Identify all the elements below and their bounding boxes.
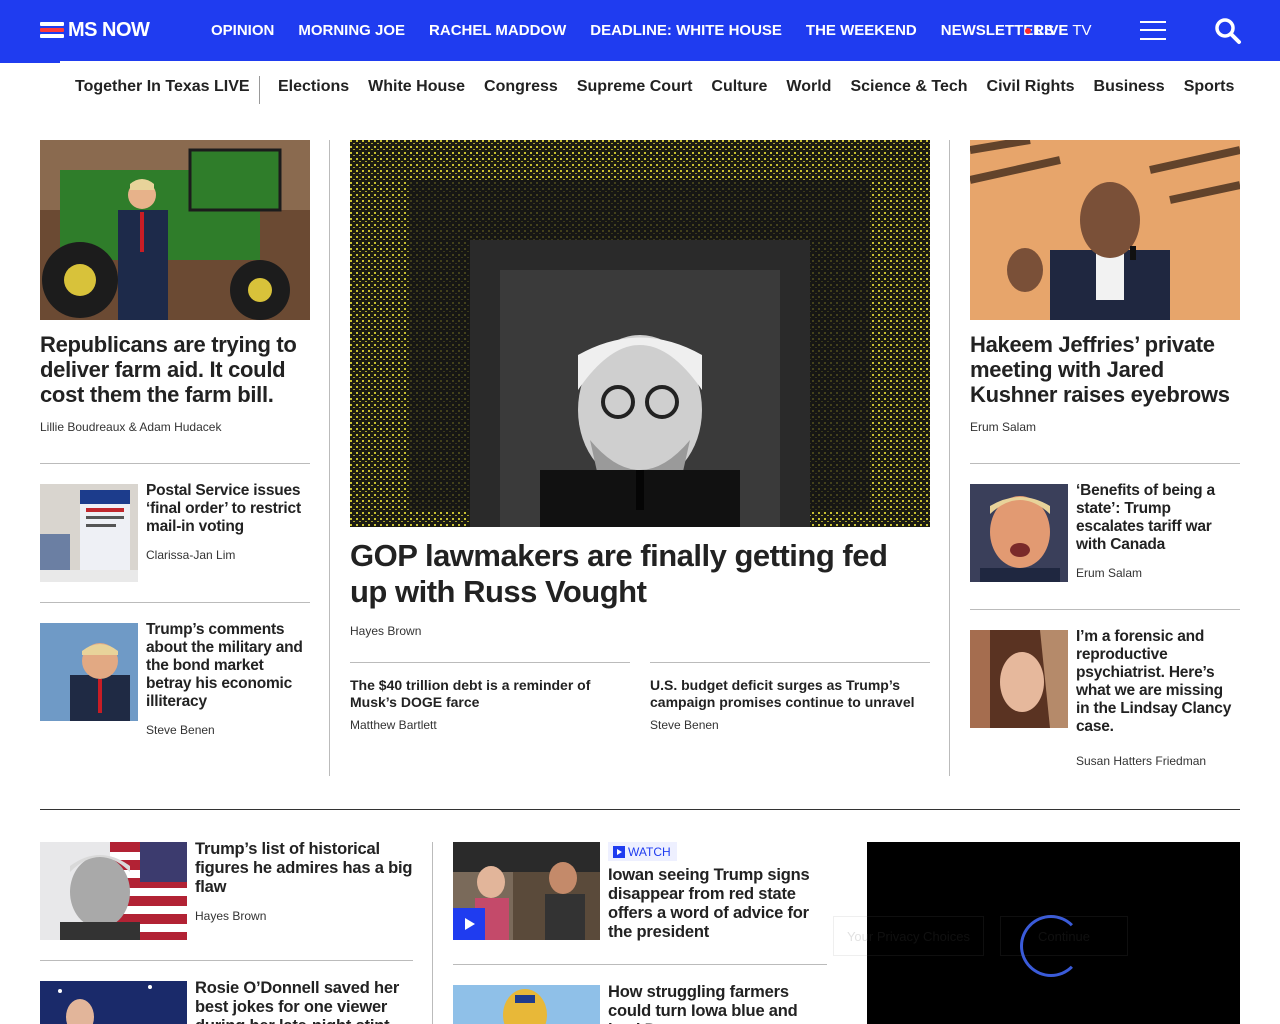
topic-link-culture[interactable]: Culture xyxy=(711,78,767,96)
related-1-byline[interactable]: Matthew Bartlett xyxy=(350,718,437,732)
divider xyxy=(650,662,930,663)
related-2-headline[interactable]: U.S. budget deficit surges as Trump’s ca… xyxy=(650,677,930,711)
right-lead-headline[interactable]: Hakeem Jeffries’ private meeting with Ja… xyxy=(970,332,1240,407)
column-divider xyxy=(949,140,950,776)
right-item-2-headline[interactable]: I’m a forensic and reproductive psychiat… xyxy=(1076,628,1240,736)
lindsay-clancy-photo[interactable] xyxy=(970,630,1068,728)
nav-link-the-weekend[interactable]: THE WEEKEND xyxy=(806,22,917,39)
divider xyxy=(40,960,413,961)
left-item-1-headline[interactable]: Postal Service issues ‘final order’ to r… xyxy=(146,482,310,536)
right-item-1-headline[interactable]: ‘Benefits of being a state’: Trump escal… xyxy=(1076,482,1240,554)
divider xyxy=(453,964,827,965)
logo-text: MS NOW xyxy=(68,18,150,41)
column-divider xyxy=(329,140,330,776)
live-tv-label: TV xyxy=(1072,22,1092,39)
left-item-2-headline[interactable]: Trump’s comments about the military and … xyxy=(146,621,310,711)
topic-link-supreme-court[interactable]: Supreme Court xyxy=(577,78,693,96)
featured-topic-link[interactable]: Together In Texas LIVE xyxy=(75,78,250,96)
play-icon xyxy=(613,845,625,858)
watch-badge-label: WATCH xyxy=(628,844,671,859)
russ-vought-photo[interactable] xyxy=(350,140,930,527)
lower-col1-item-1-byline[interactable]: Hayes Brown xyxy=(195,909,266,923)
topic-link-sports[interactable]: Sports xyxy=(1184,78,1235,96)
right-lead-byline[interactable]: Erum Salam xyxy=(970,420,1036,434)
logo-mark-icon xyxy=(40,20,64,40)
trump-comments-photo[interactable] xyxy=(40,623,138,721)
topic-link-white-house[interactable]: White House xyxy=(368,78,465,96)
divider xyxy=(40,463,310,464)
rosie-odonnell-photo[interactable] xyxy=(40,981,187,1024)
live-dot-icon xyxy=(1025,27,1031,34)
continue-button[interactable]: Continue xyxy=(1000,916,1128,956)
right-item-1-byline[interactable]: Erum Salam xyxy=(1076,566,1142,580)
divider xyxy=(350,662,630,663)
menu-icon[interactable] xyxy=(1140,19,1166,41)
left-item-2-byline[interactable]: Steve Benen xyxy=(146,723,215,737)
lower-col2-item-1-headline[interactable]: Iowan seeing Trump signs disappear from … xyxy=(608,866,827,942)
right-item-2-byline[interactable]: Susan Hatters Friedman xyxy=(1076,754,1206,768)
privacy-choices-button[interactable]: Your Privacy Choices xyxy=(833,916,984,956)
column-divider xyxy=(432,842,433,1024)
topic-link-world[interactable]: World xyxy=(786,78,831,96)
nav-link-opinion[interactable]: OPINION xyxy=(211,22,274,39)
site-logo[interactable]: MS NOW xyxy=(40,18,150,41)
iowa-farmers-photo[interactable] xyxy=(453,985,600,1024)
lower-col2-item-2-headline[interactable]: How struggling farmers could turn Iowa b… xyxy=(608,983,827,1024)
live-label: LIVE xyxy=(1035,22,1069,39)
primary-nav: OPINION MORNING JOE RACHEL MADDOW DEADLI… xyxy=(211,0,1078,61)
topic-link-science-tech[interactable]: Science & Tech xyxy=(850,78,967,96)
lower-col1-item-2-headline[interactable]: Rosie O’Donnell saved her best jokes for… xyxy=(195,979,413,1024)
nav-link-deadline-white-house[interactable]: DEADLINE: WHITE HOUSE xyxy=(590,22,782,39)
top-navigation-bar: MS NOW OPINION MORNING JOE RACHEL MADDOW… xyxy=(0,0,1280,61)
trump-historical-figures-photo[interactable] xyxy=(40,842,187,940)
lower-col1-item-1-headline[interactable]: Trump’s list of historical figures he ad… xyxy=(195,840,413,897)
trump-tariff-photo[interactable] xyxy=(970,484,1068,582)
postal-service-photo[interactable] xyxy=(40,484,138,582)
section-divider xyxy=(40,809,1240,810)
watch-badge: WATCH xyxy=(608,842,677,861)
nav-link-rachel-maddow[interactable]: RACHEL MADDOW xyxy=(429,22,566,39)
left-lead-byline[interactable]: Lillie Boudreaux & Adam Hudacek xyxy=(40,420,221,434)
topic-nav-divider xyxy=(259,76,260,104)
topic-links: Elections White House Congress Supreme C… xyxy=(278,78,1253,96)
hakeem-jeffries-photo[interactable] xyxy=(970,140,1240,320)
divider xyxy=(970,463,1240,464)
left-item-1-byline[interactable]: Clarissa-Jan Lim xyxy=(146,548,235,562)
main-story-headline[interactable]: GOP lawmakers are finally getting fed up… xyxy=(350,538,930,610)
nav-link-morning-joe[interactable]: MORNING JOE xyxy=(298,22,405,39)
divider xyxy=(40,602,310,603)
topic-nav: Together In Texas LIVE Elections White H… xyxy=(0,62,1280,118)
left-lead-headline[interactable]: Republicans are trying to deliver farm a… xyxy=(40,332,310,407)
divider xyxy=(970,609,1240,610)
live-tv-link[interactable]: LIVE TV xyxy=(1025,22,1092,39)
topic-link-business[interactable]: Business xyxy=(1094,78,1165,96)
farm-aid-photo[interactable] xyxy=(40,140,310,320)
related-1-headline[interactable]: The $40 trillion debt is a reminder of M… xyxy=(350,677,630,711)
topic-link-civil-rights[interactable]: Civil Rights xyxy=(987,78,1075,96)
topic-link-elections[interactable]: Elections xyxy=(278,78,349,96)
topic-link-congress[interactable]: Congress xyxy=(484,78,558,96)
video-play-button[interactable] xyxy=(453,908,485,940)
related-2-byline[interactable]: Steve Benen xyxy=(650,718,719,732)
search-icon[interactable] xyxy=(1214,17,1242,45)
main-story-byline[interactable]: Hayes Brown xyxy=(350,624,421,638)
